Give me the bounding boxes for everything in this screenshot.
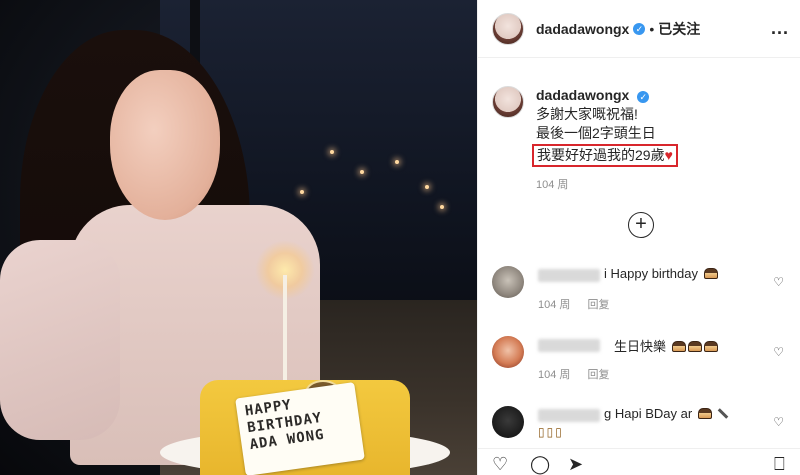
avatar[interactable] — [492, 12, 524, 45]
post-header: dadadawongx ✓ • 已关注 ... — [478, 0, 800, 58]
candle — [283, 275, 287, 395]
reply-link[interactable]: 回复 — [587, 369, 609, 381]
comment-text-content: g Hapi BDay ar — [604, 406, 693, 421]
caption-line: 最後一個2字頭生日 — [536, 125, 656, 141]
highlight-text: 我要好好過我的29歲 — [537, 147, 665, 163]
cake-emoji-icon — [703, 341, 718, 352]
following-button[interactable]: 已关注 — [658, 19, 700, 39]
city-light — [440, 205, 444, 209]
comment-text-content: i Happy birthday — [604, 266, 698, 281]
comment-item: i Happy birthday 104 周 回复 ♡ — [492, 266, 792, 326]
comment-time: 104 周 — [538, 369, 571, 381]
city-light — [360, 170, 364, 174]
post-photo[interactable]: HAPPY BIRTHDAY ADA WONG — [0, 0, 477, 475]
cake-emoji-icon — [671, 341, 686, 352]
more-options-icon[interactable]: ... — [771, 18, 789, 39]
comment-meta: 104 周 回复 — [538, 366, 623, 382]
comment-text: i Happy birthday — [604, 266, 718, 281]
city-light — [395, 160, 399, 164]
save-bookmark-icon[interactable]: ⎕ — [774, 455, 785, 473]
caption-line: 多謝大家嘅祝福! — [536, 106, 638, 122]
verified-badge-icon: ✓ — [633, 22, 646, 35]
commenter-avatar[interactable] — [492, 336, 524, 368]
comment-item: g Hapi BDay ar ▯▯▯ ♡ — [492, 406, 792, 446]
like-comment-heart-icon[interactable]: ♡ — [773, 275, 784, 289]
comment-meta: 104 周 回复 — [538, 296, 623, 312]
share-icon[interactable]: ➤ — [568, 455, 583, 473]
birthday-card: HAPPY BIRTHDAY ADA WONG — [235, 382, 365, 475]
cake-emoji-icon — [703, 268, 718, 279]
caption-body: dadadawongx ✓ 多謝大家嘅祝福! 最後一個2字頭生日 我要好好過我的… — [532, 86, 678, 192]
cake-emoji-icon — [697, 408, 712, 419]
load-more-comments-icon[interactable]: + — [628, 212, 654, 238]
reply-link[interactable]: 回复 — [587, 299, 609, 311]
separator-dot: • — [649, 20, 655, 37]
verified-badge-icon: ✓ — [637, 91, 650, 103]
knife-emoji-icon — [718, 408, 729, 419]
comment-time: 104 周 — [538, 299, 571, 311]
like-comment-heart-icon[interactable]: ♡ — [773, 345, 784, 359]
caption-username[interactable]: dadadawongx — [536, 87, 629, 103]
commenter-avatar[interactable] — [492, 266, 524, 298]
post-side-panel: dadadawongx ✓ • 已关注 ... dadadawongx ✓ 多謝… — [477, 0, 800, 475]
comment-text-content: 生日快樂 — [614, 339, 667, 354]
blurred-username — [538, 269, 600, 282]
avatar[interactable] — [492, 86, 524, 118]
like-comment-heart-icon[interactable]: ♡ — [773, 415, 784, 429]
header-username[interactable]: dadadawongx — [536, 21, 629, 37]
comment-icon[interactable]: ◯ — [530, 455, 550, 473]
commenter-avatar[interactable] — [492, 406, 524, 438]
post-action-bar: ♡ ◯ ➤ ⎕ — [478, 448, 800, 475]
heart-emoji-icon: ♥ — [664, 147, 673, 163]
partial-emoji-row: ▯▯▯ — [538, 425, 564, 439]
arm-shape — [0, 240, 120, 440]
like-heart-icon[interactable]: ♡ — [492, 455, 508, 473]
comment-text: g Hapi BDay ar — [604, 406, 729, 421]
face-shape — [110, 70, 220, 220]
comment-text: 生日快樂 — [614, 336, 718, 355]
cake-emoji-icon — [687, 341, 702, 352]
post-caption: dadadawongx ✓ 多謝大家嘅祝福! 最後一個2字頭生日 我要好好過我的… — [492, 86, 792, 192]
comment-item: 生日快樂 104 周 回复 ♡ — [492, 336, 792, 396]
blurred-username — [538, 339, 600, 352]
city-light — [300, 190, 304, 194]
blurred-username — [538, 409, 600, 422]
city-light — [330, 150, 334, 154]
city-light — [425, 185, 429, 189]
highlighted-caption-line: 我要好好過我的29歲♥ — [532, 144, 678, 167]
caption-timestamp: 104 周 — [536, 179, 569, 191]
